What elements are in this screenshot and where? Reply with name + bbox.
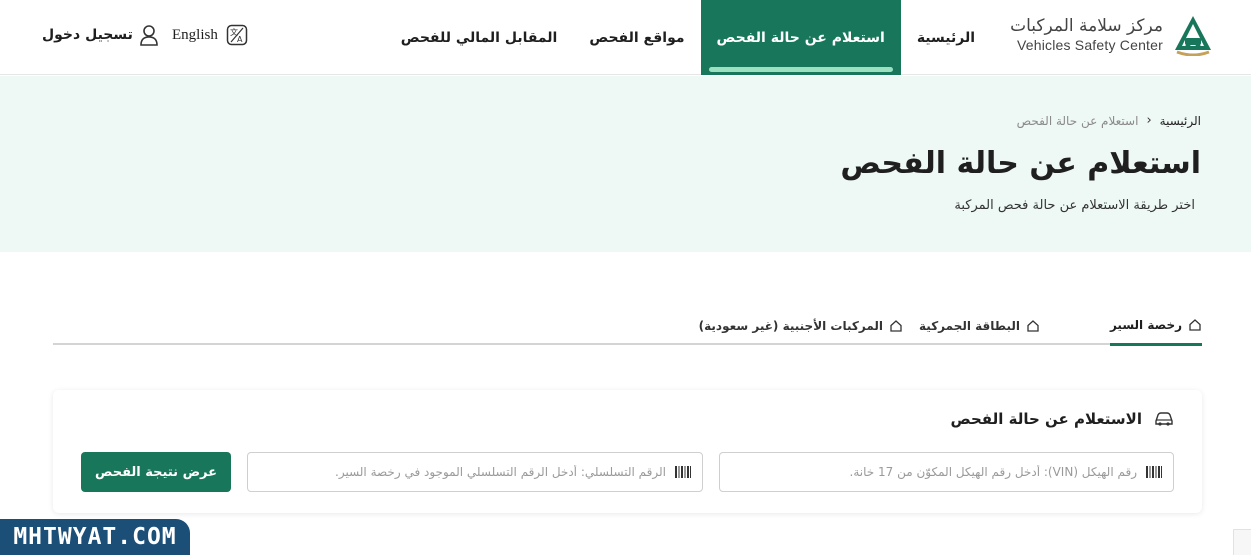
query-method-tabs: رخصة السير البطاقة الجمركية المركبات الأ…	[53, 312, 1202, 346]
login-link[interactable]: تسجيل دخول	[42, 24, 159, 46]
tab-vehicle-license[interactable]: رخصة السير	[1109, 312, 1202, 346]
main-nav: الرئيسية استعلام عن حالة الفحص مواقع الف…	[385, 0, 991, 75]
tab-label: المركبات الأجنبية (غير سعودية)	[698, 318, 883, 333]
chevron-left-icon: ‹	[1146, 113, 1152, 128]
tab-label: رخصة السير	[1109, 317, 1182, 332]
car-icon	[1154, 411, 1174, 427]
page-title: استعلام عن حالة الفحص	[840, 146, 1201, 181]
nav-item-home[interactable]: الرئيسية	[901, 0, 991, 75]
page-subtitle: اختر طريقة الاستعلام عن حالة فحص المركبة	[954, 198, 1195, 213]
card-title-text: الاستعلام عن حالة الفحص	[950, 410, 1142, 428]
svg-text:A: A	[237, 35, 243, 44]
brand-logo[interactable]: مركز سلامة المركبات Vehicles Safety Cent…	[1010, 14, 1213, 56]
home-icon	[1026, 319, 1040, 333]
translate-icon: 文 A	[226, 24, 248, 46]
nav-item-inspection-status[interactable]: استعلام عن حالة الفحص	[700, 0, 901, 75]
show-result-button[interactable]: عرض نتيجة الفحص	[81, 452, 231, 492]
vehicle-safety-logo-icon	[1173, 14, 1213, 56]
barcode-icon	[1145, 463, 1163, 481]
brand-name-en: Vehicles Safety Center	[1016, 36, 1163, 53]
top-header: مركز سلامة المركبات Vehicles Safety Cent…	[0, 0, 1251, 75]
vin-field[interactable]	[719, 452, 1174, 492]
vin-input[interactable]	[730, 465, 1137, 479]
site-watermark: MHTWYAT.COM	[0, 519, 190, 555]
breadcrumb: الرئيسية ‹ استعلام عن حالة الفحص	[1017, 113, 1201, 128]
nav-item-inspection-fees[interactable]: المقابل المالي للفحص	[385, 0, 574, 75]
login-label: تسجيل دخول	[42, 27, 133, 43]
watermark-text: MHTWYAT.COM	[13, 524, 177, 550]
brand-text: مركز سلامة المركبات Vehicles Safety Cent…	[1010, 17, 1163, 53]
scrollbar-corner[interactable]	[1233, 529, 1251, 555]
page-hero: الرئيسية ‹ استعلام عن حالة الفحص استعلام…	[0, 76, 1251, 252]
serial-input[interactable]	[258, 465, 666, 479]
nav-item-inspection-locations[interactable]: مواقع الفحص	[573, 0, 700, 75]
home-icon	[889, 319, 903, 333]
home-icon	[1188, 318, 1202, 332]
language-label: English	[172, 26, 218, 43]
tab-customs-card[interactable]: البطاقة الجمركية	[919, 312, 1040, 345]
tab-label: البطاقة الجمركية	[919, 318, 1020, 333]
serial-field[interactable]	[247, 452, 703, 492]
card-title: الاستعلام عن حالة الفحص	[951, 410, 1174, 428]
breadcrumb-current: استعلام عن حالة الفحص	[1016, 113, 1139, 128]
breadcrumb-home[interactable]: الرئيسية	[1160, 114, 1201, 128]
brand-name-ar: مركز سلامة المركبات	[1010, 16, 1163, 37]
user-icon	[139, 24, 159, 46]
tab-foreign-vehicles[interactable]: المركبات الأجنبية (غير سعودية)	[699, 312, 903, 345]
inspection-query-card: الاستعلام عن حالة الفحص رقم الهيكل (VIN)…	[53, 390, 1202, 513]
barcode-icon	[674, 463, 692, 481]
language-switch[interactable]: English 文 A	[172, 24, 248, 46]
